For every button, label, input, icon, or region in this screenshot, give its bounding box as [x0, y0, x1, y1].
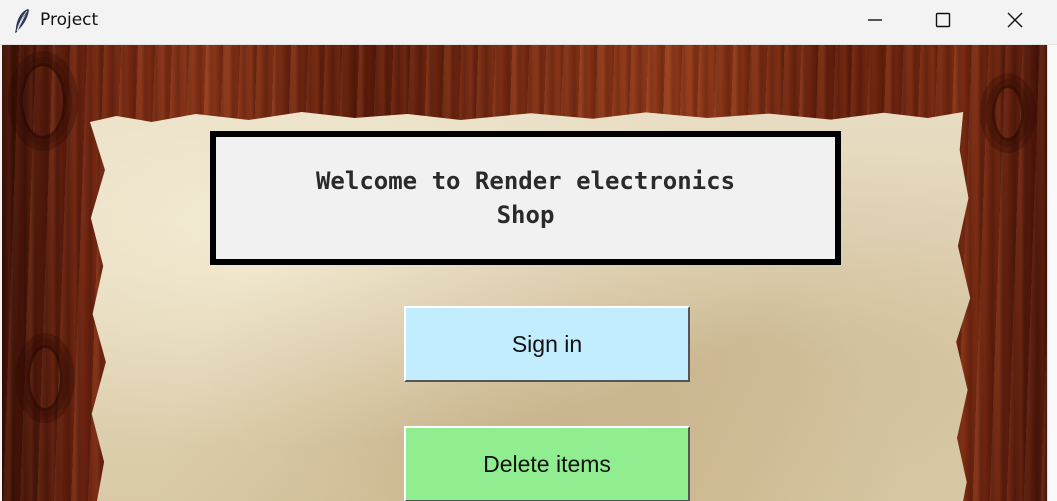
welcome-banner: Welcome to Render electronics Shop	[210, 131, 841, 265]
welcome-line-2: Shop	[496, 201, 555, 229]
close-icon	[1007, 12, 1023, 32]
maximize-button[interactable]	[908, 0, 978, 44]
welcome-line-1: Welcome to Render electronics	[315, 167, 736, 195]
feather-icon	[13, 8, 31, 34]
maximize-icon	[935, 12, 951, 32]
welcome-text: Welcome to Render electronics Shop	[236, 164, 816, 232]
minimize-icon	[867, 12, 883, 32]
app-window: Project Welcome to Render electronics Sh…	[0, 0, 1057, 501]
window-edge	[1047, 45, 1057, 501]
wood-background: Welcome to Render electronics Shop Sign …	[2, 45, 1047, 501]
delete-items-button[interactable]: Delete items	[404, 426, 690, 501]
wood-knot	[27, 345, 63, 411]
wood-knot	[992, 85, 1024, 141]
close-button[interactable]	[980, 0, 1050, 44]
window-title: Project	[40, 10, 99, 30]
minimize-button[interactable]	[840, 0, 910, 44]
title-bar: Project	[0, 0, 1057, 45]
sign-in-button[interactable]: Sign in	[404, 306, 690, 382]
wood-knot	[20, 63, 66, 139]
